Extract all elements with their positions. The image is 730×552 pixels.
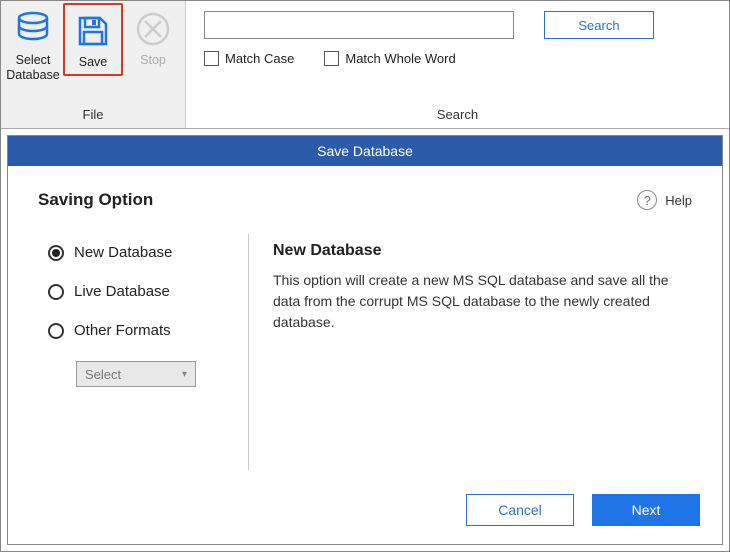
save-database-dialog: Save Database Saving Option ? Help New D… <box>7 135 723 545</box>
description-column: New Database This option will create a n… <box>248 234 692 470</box>
radio-label: New Database <box>74 244 172 261</box>
options-column: New Database Live Database Other Formats… <box>38 234 248 470</box>
ribbon-group-file: Select Database Save <box>1 1 186 128</box>
match-case-checkbox[interactable]: Match Case <box>204 51 294 66</box>
dialog-header-row: Saving Option ? Help <box>38 190 692 210</box>
file-group-label: File <box>1 103 185 128</box>
select-placeholder: Select <box>85 367 121 382</box>
match-case-label: Match Case <box>225 51 294 66</box>
search-button[interactable]: Search <box>544 11 654 39</box>
radio-other-formats[interactable]: Other Formats <box>48 322 248 339</box>
dialog-title: Save Database <box>8 136 722 166</box>
checkbox-icon <box>204 51 219 66</box>
file-buttons: Select Database Save <box>1 1 185 103</box>
select-database-label: Select Database <box>5 53 61 83</box>
save-button[interactable]: Save <box>63 3 123 76</box>
save-icon <box>71 9 115 53</box>
radio-label: Live Database <box>74 283 170 300</box>
dialog-body: Saving Option ? Help New Database <box>8 166 722 480</box>
stop-label: Stop <box>140 53 166 68</box>
format-select: Select ▾ <box>76 361 196 387</box>
search-options: Match Case Match Whole Word <box>186 43 729 66</box>
dialog-footer: Cancel Next <box>8 480 722 544</box>
match-whole-word-checkbox[interactable]: Match Whole Word <box>324 51 455 66</box>
next-button[interactable]: Next <box>592 494 700 526</box>
stop-button: Stop <box>123 3 183 72</box>
help-icon: ? <box>637 190 657 210</box>
help-button[interactable]: ? Help <box>637 190 692 210</box>
modal-region: Save Database Saving Option ? Help New D… <box>1 129 729 551</box>
radio-label: Other Formats <box>74 322 171 339</box>
help-label: Help <box>665 193 692 208</box>
dialog-columns: New Database Live Database Other Formats… <box>38 234 692 470</box>
match-whole-word-label: Match Whole Word <box>345 51 455 66</box>
search-group-label: Search <box>186 101 729 128</box>
radio-icon <box>48 284 64 300</box>
search-row: Search <box>186 1 729 43</box>
description-text: This option will create a new MS SQL dat… <box>273 270 674 333</box>
radio-icon <box>48 323 64 339</box>
save-label: Save <box>79 55 108 70</box>
radio-icon <box>48 245 64 261</box>
radio-live-database[interactable]: Live Database <box>48 283 248 300</box>
stop-icon <box>131 7 175 51</box>
app-window: Select Database Save <box>0 0 730 552</box>
search-input[interactable] <box>204 11 514 39</box>
cancel-button[interactable]: Cancel <box>466 494 574 526</box>
description-title: New Database <box>273 242 674 260</box>
database-icon <box>11 7 55 51</box>
ribbon: Select Database Save <box>1 1 729 129</box>
chevron-down-icon: ▾ <box>182 369 187 380</box>
radio-new-database[interactable]: New Database <box>48 244 248 261</box>
ribbon-group-search: Search Match Case Match Whole Word Searc… <box>186 1 729 128</box>
checkbox-icon <box>324 51 339 66</box>
saving-option-heading: Saving Option <box>38 190 153 210</box>
select-database-button[interactable]: Select Database <box>3 3 63 87</box>
